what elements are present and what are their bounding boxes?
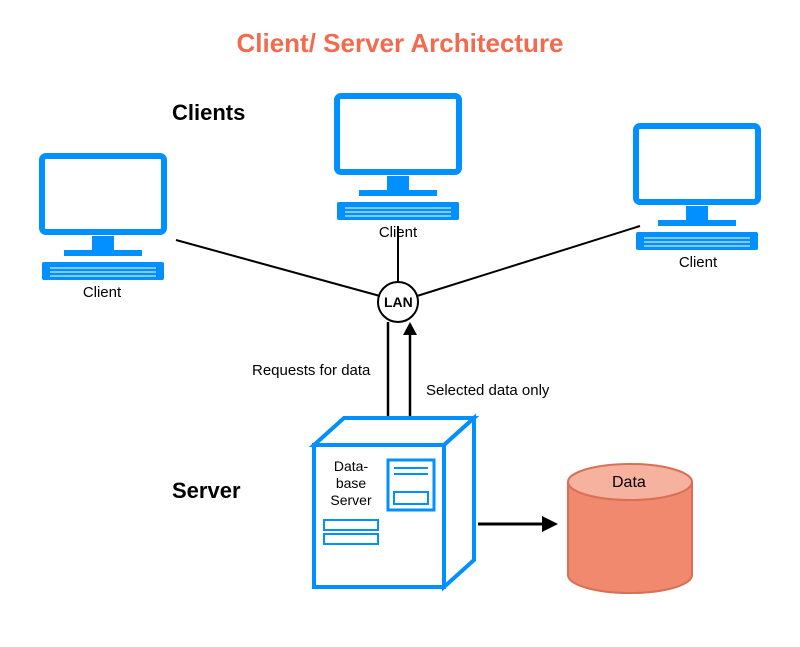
- diagram-canvas: [0, 0, 800, 647]
- edge-request-label: Requests for data: [252, 362, 370, 379]
- lan-label: LAN: [384, 294, 413, 310]
- section-clients-label: Clients: [172, 100, 245, 126]
- diagram-title: Client/ Server Architecture: [236, 28, 563, 59]
- edge-client-left: [176, 240, 380, 296]
- section-server-label: Server: [172, 478, 241, 504]
- edge-client-right: [417, 226, 640, 296]
- client-right-label: Client: [658, 254, 738, 271]
- data-label: Data: [612, 474, 646, 492]
- arrow-response: [403, 322, 417, 335]
- client-left-icon: [42, 156, 164, 280]
- db-server-label: Data- base Server: [322, 458, 380, 508]
- arrow-server-data: [542, 516, 558, 532]
- edge-response-label: Selected data only: [426, 382, 549, 399]
- client-right-icon: [636, 126, 758, 250]
- client-mid-icon: [337, 96, 459, 220]
- client-left-label: Client: [62, 284, 142, 301]
- client-mid-label: Client: [358, 224, 438, 241]
